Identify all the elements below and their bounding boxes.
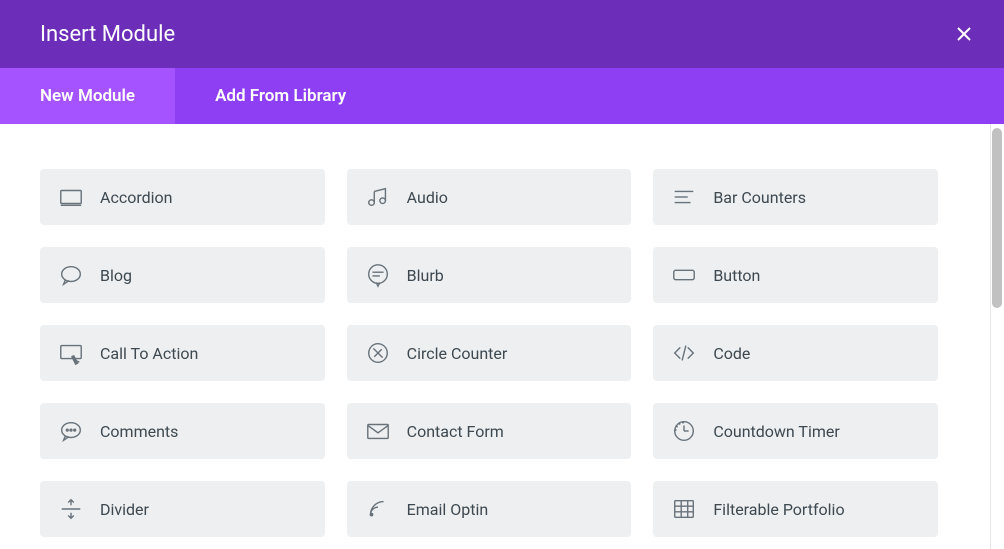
module-contact-form[interactable]: Contact Form: [347, 403, 632, 459]
module-label: Comments: [100, 422, 178, 441]
modal-header: Insert Module: [0, 0, 1004, 68]
module-filterable-portfolio[interactable]: Filterable Portfolio: [653, 481, 938, 537]
close-button[interactable]: [954, 24, 974, 44]
tabs-bar: New Module Add From Library: [0, 68, 1004, 124]
module-label: Code: [713, 344, 750, 363]
module-label: Email Optin: [407, 500, 489, 519]
scrollbar-thumb[interactable]: [992, 128, 1002, 308]
module-blurb[interactable]: Blurb: [347, 247, 632, 303]
module-label: Circle Counter: [407, 344, 508, 363]
module-button[interactable]: Button: [653, 247, 938, 303]
module-circle-counter[interactable]: Circle Counter: [347, 325, 632, 381]
accordion-icon: [58, 184, 84, 210]
call-to-action-icon: [58, 340, 84, 366]
modal-title: Insert Module: [40, 22, 175, 47]
content-area: Accordion Audio Bar Counters Blog Blurb: [0, 124, 1004, 549]
tab-new-module[interactable]: New Module: [0, 68, 175, 124]
module-countdown-timer[interactable]: Countdown Timer: [653, 403, 938, 459]
module-divider[interactable]: Divider: [40, 481, 325, 537]
close-icon: [956, 26, 972, 42]
module-label: Divider: [100, 500, 149, 519]
circle-counter-icon: [365, 340, 391, 366]
comments-icon: [58, 418, 84, 444]
countdown-timer-icon: [671, 418, 697, 444]
module-comments[interactable]: Comments: [40, 403, 325, 459]
email-optin-icon: [365, 496, 391, 522]
contact-form-icon: [365, 418, 391, 444]
filterable-portfolio-icon: [671, 496, 697, 522]
blog-icon: [58, 262, 84, 288]
module-accordion[interactable]: Accordion: [40, 169, 325, 225]
module-label: Countdown Timer: [713, 422, 839, 441]
module-label: Button: [713, 266, 760, 285]
audio-icon: [365, 184, 391, 210]
module-label: Call To Action: [100, 344, 198, 363]
module-label: Contact Form: [407, 422, 504, 441]
bar-counters-icon: [671, 184, 697, 210]
module-code[interactable]: Code: [653, 325, 938, 381]
module-blog[interactable]: Blog: [40, 247, 325, 303]
code-icon: [671, 340, 697, 366]
module-label: Blog: [100, 266, 132, 285]
module-label: Blurb: [407, 266, 444, 285]
module-label: Bar Counters: [713, 188, 806, 207]
divider-icon: [58, 496, 84, 522]
tab-label: New Module: [40, 86, 135, 106]
module-label: Accordion: [100, 188, 172, 207]
module-label: Filterable Portfolio: [713, 500, 844, 519]
blurb-icon: [365, 262, 391, 288]
module-email-optin[interactable]: Email Optin: [347, 481, 632, 537]
module-call-to-action[interactable]: Call To Action: [40, 325, 325, 381]
tab-label: Add From Library: [215, 86, 346, 106]
module-bar-counters[interactable]: Bar Counters: [653, 169, 938, 225]
tab-add-from-library[interactable]: Add From Library: [175, 68, 386, 124]
button-icon: [671, 262, 697, 288]
module-audio[interactable]: Audio: [347, 169, 632, 225]
scrollbar-track[interactable]: [990, 124, 1004, 549]
module-label: Audio: [407, 188, 448, 207]
modules-grid: Accordion Audio Bar Counters Blog Blurb: [0, 124, 978, 549]
